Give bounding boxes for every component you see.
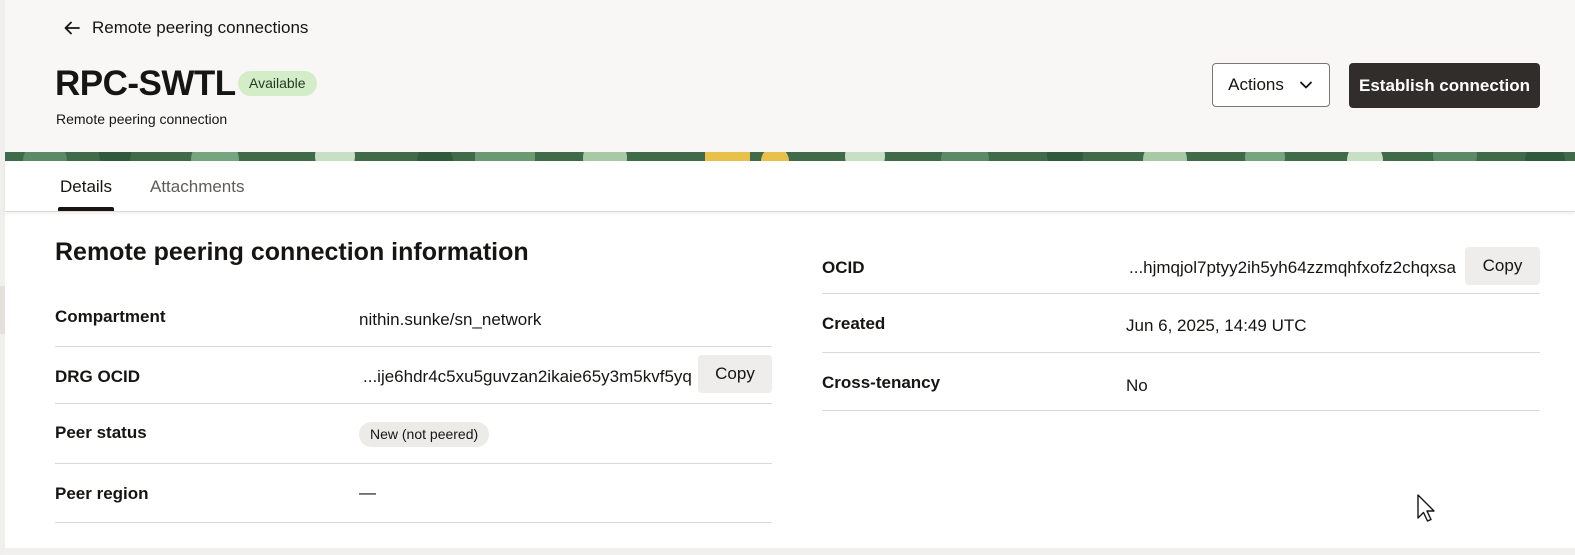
- actions-menu-button[interactable]: Actions: [1212, 63, 1330, 107]
- status-badge: Available: [238, 71, 317, 96]
- peer-status-label: Peer status: [55, 423, 147, 442]
- tab-details[interactable]: Details: [58, 161, 114, 211]
- divider: [55, 346, 772, 347]
- back-link[interactable]: Remote peering connections: [62, 16, 308, 40]
- arrow-left-icon: [64, 21, 80, 35]
- compartment-value: nithin.sunke/sn_network: [359, 310, 542, 329]
- actions-label: Actions: [1228, 75, 1284, 94]
- left-edge-mark: [0, 286, 5, 334]
- divider: [822, 352, 1540, 353]
- peer-region-label: Peer region: [55, 484, 149, 503]
- back-link-label: Remote peering connections: [92, 18, 309, 37]
- ocid-label: OCID: [822, 258, 865, 277]
- divider: [55, 522, 772, 523]
- drg-ocid-label: DRG OCID: [55, 367, 140, 386]
- chevron-down-icon: [1299, 81, 1312, 89]
- page-title: RPC-SWTL: [55, 64, 236, 103]
- tab-bar: Details Attachments: [5, 161, 1575, 212]
- cross-tenancy-value: No: [1126, 376, 1148, 395]
- created-value: Jun 6, 2025, 14:49 UTC: [1126, 316, 1307, 335]
- copy-drg-ocid-button[interactable]: Copy: [698, 355, 772, 393]
- section-title: Remote peering connection information: [55, 238, 529, 266]
- mouse-pointer-icon: [1417, 494, 1435, 522]
- ocid-value: ...hjmqjol7ptyy2ih5yh64zzmqhfxofz2chqxsa: [1129, 258, 1456, 277]
- divider: [55, 463, 772, 464]
- divider: [822, 293, 1540, 294]
- header-decorative-banner: [5, 152, 1575, 161]
- tab-attachments[interactable]: Attachments: [150, 161, 245, 211]
- divider: [822, 410, 1540, 411]
- peer-status-badge: New (not peered): [359, 422, 490, 447]
- drg-ocid-value: ...ije6hdr4c5xu5guvzan2ikaie65y3m5kvf5yq: [363, 367, 692, 386]
- bottom-strip: [5, 548, 1575, 555]
- copy-ocid-button[interactable]: Copy: [1465, 247, 1540, 285]
- divider: [55, 403, 772, 404]
- page-subtitle: Remote peering connection: [56, 111, 228, 127]
- establish-connection-button[interactable]: Establish connection: [1349, 63, 1540, 108]
- created-label: Created: [822, 314, 886, 333]
- cross-tenancy-label: Cross-tenancy: [822, 373, 941, 392]
- peer-region-value: —: [359, 483, 376, 502]
- compartment-label: Compartment: [55, 307, 166, 326]
